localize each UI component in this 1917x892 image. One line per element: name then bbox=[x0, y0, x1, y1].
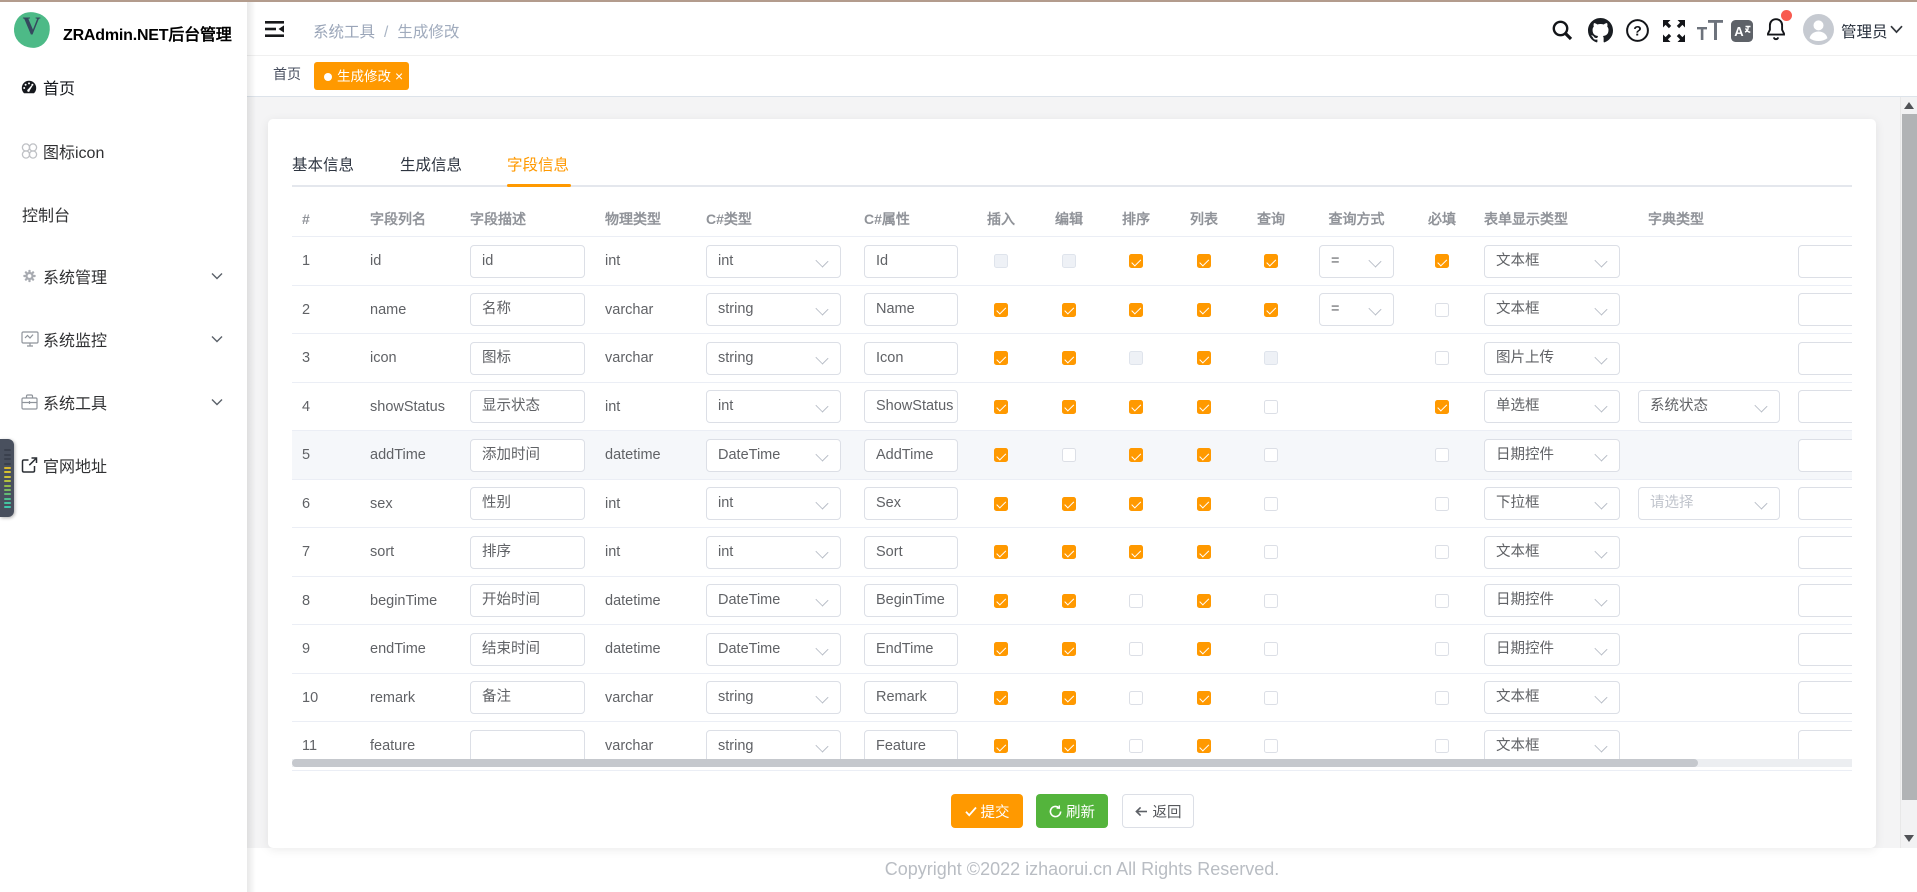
svg-text:A: A bbox=[1734, 24, 1744, 39]
svg-text:?: ? bbox=[1633, 22, 1642, 38]
